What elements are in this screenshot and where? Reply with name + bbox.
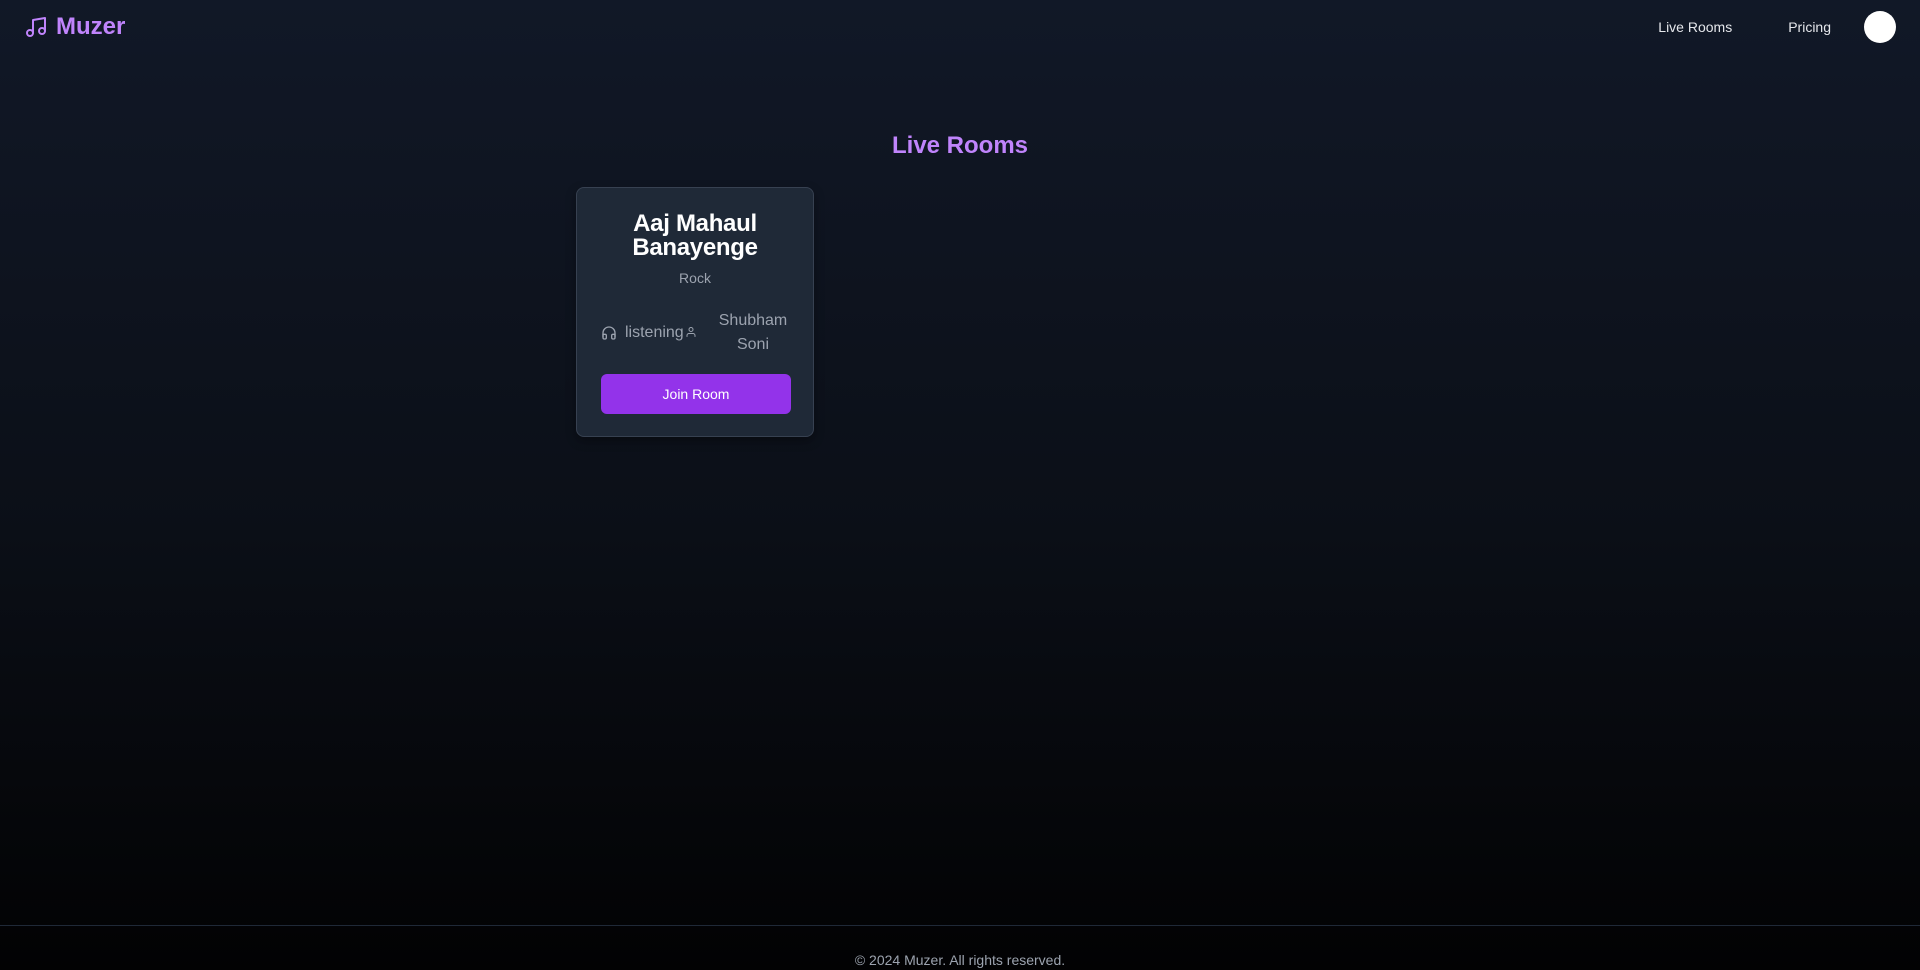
brand-logo[interactable]: Muzer xyxy=(24,11,125,43)
page-title: Live Rooms xyxy=(891,132,1029,159)
room-card: Aaj Mahaul Banayenge Rock listening Shub… xyxy=(576,187,814,437)
nav-link-live-rooms[interactable]: Live Rooms xyxy=(1658,19,1732,35)
nav-link-pricing[interactable]: Pricing xyxy=(1788,19,1831,35)
top-navbar: Muzer Live Rooms Pricing xyxy=(0,0,1920,54)
room-host: Shubham Soni xyxy=(718,312,788,353)
main-nav: Live Rooms Pricing xyxy=(1658,0,1896,54)
user-icon xyxy=(686,327,696,337)
room-meta: listening Shubham Soni xyxy=(601,309,791,357)
footer: © 2024 Muzer. All rights reserved. xyxy=(0,925,1920,970)
listeners-label: listening xyxy=(625,324,684,341)
room-genre: Rock xyxy=(679,270,711,286)
user-avatar[interactable] xyxy=(1864,11,1896,43)
music-note-icon xyxy=(26,17,46,37)
headphones-icon xyxy=(602,326,616,340)
join-room-button[interactable]: Join Room xyxy=(601,374,791,414)
brand-name: Muzer xyxy=(56,13,126,40)
room-title: Aaj Mahaul Banayenge xyxy=(632,210,758,261)
copyright-text: © 2024 Muzer. All rights reserved. xyxy=(854,952,1066,968)
